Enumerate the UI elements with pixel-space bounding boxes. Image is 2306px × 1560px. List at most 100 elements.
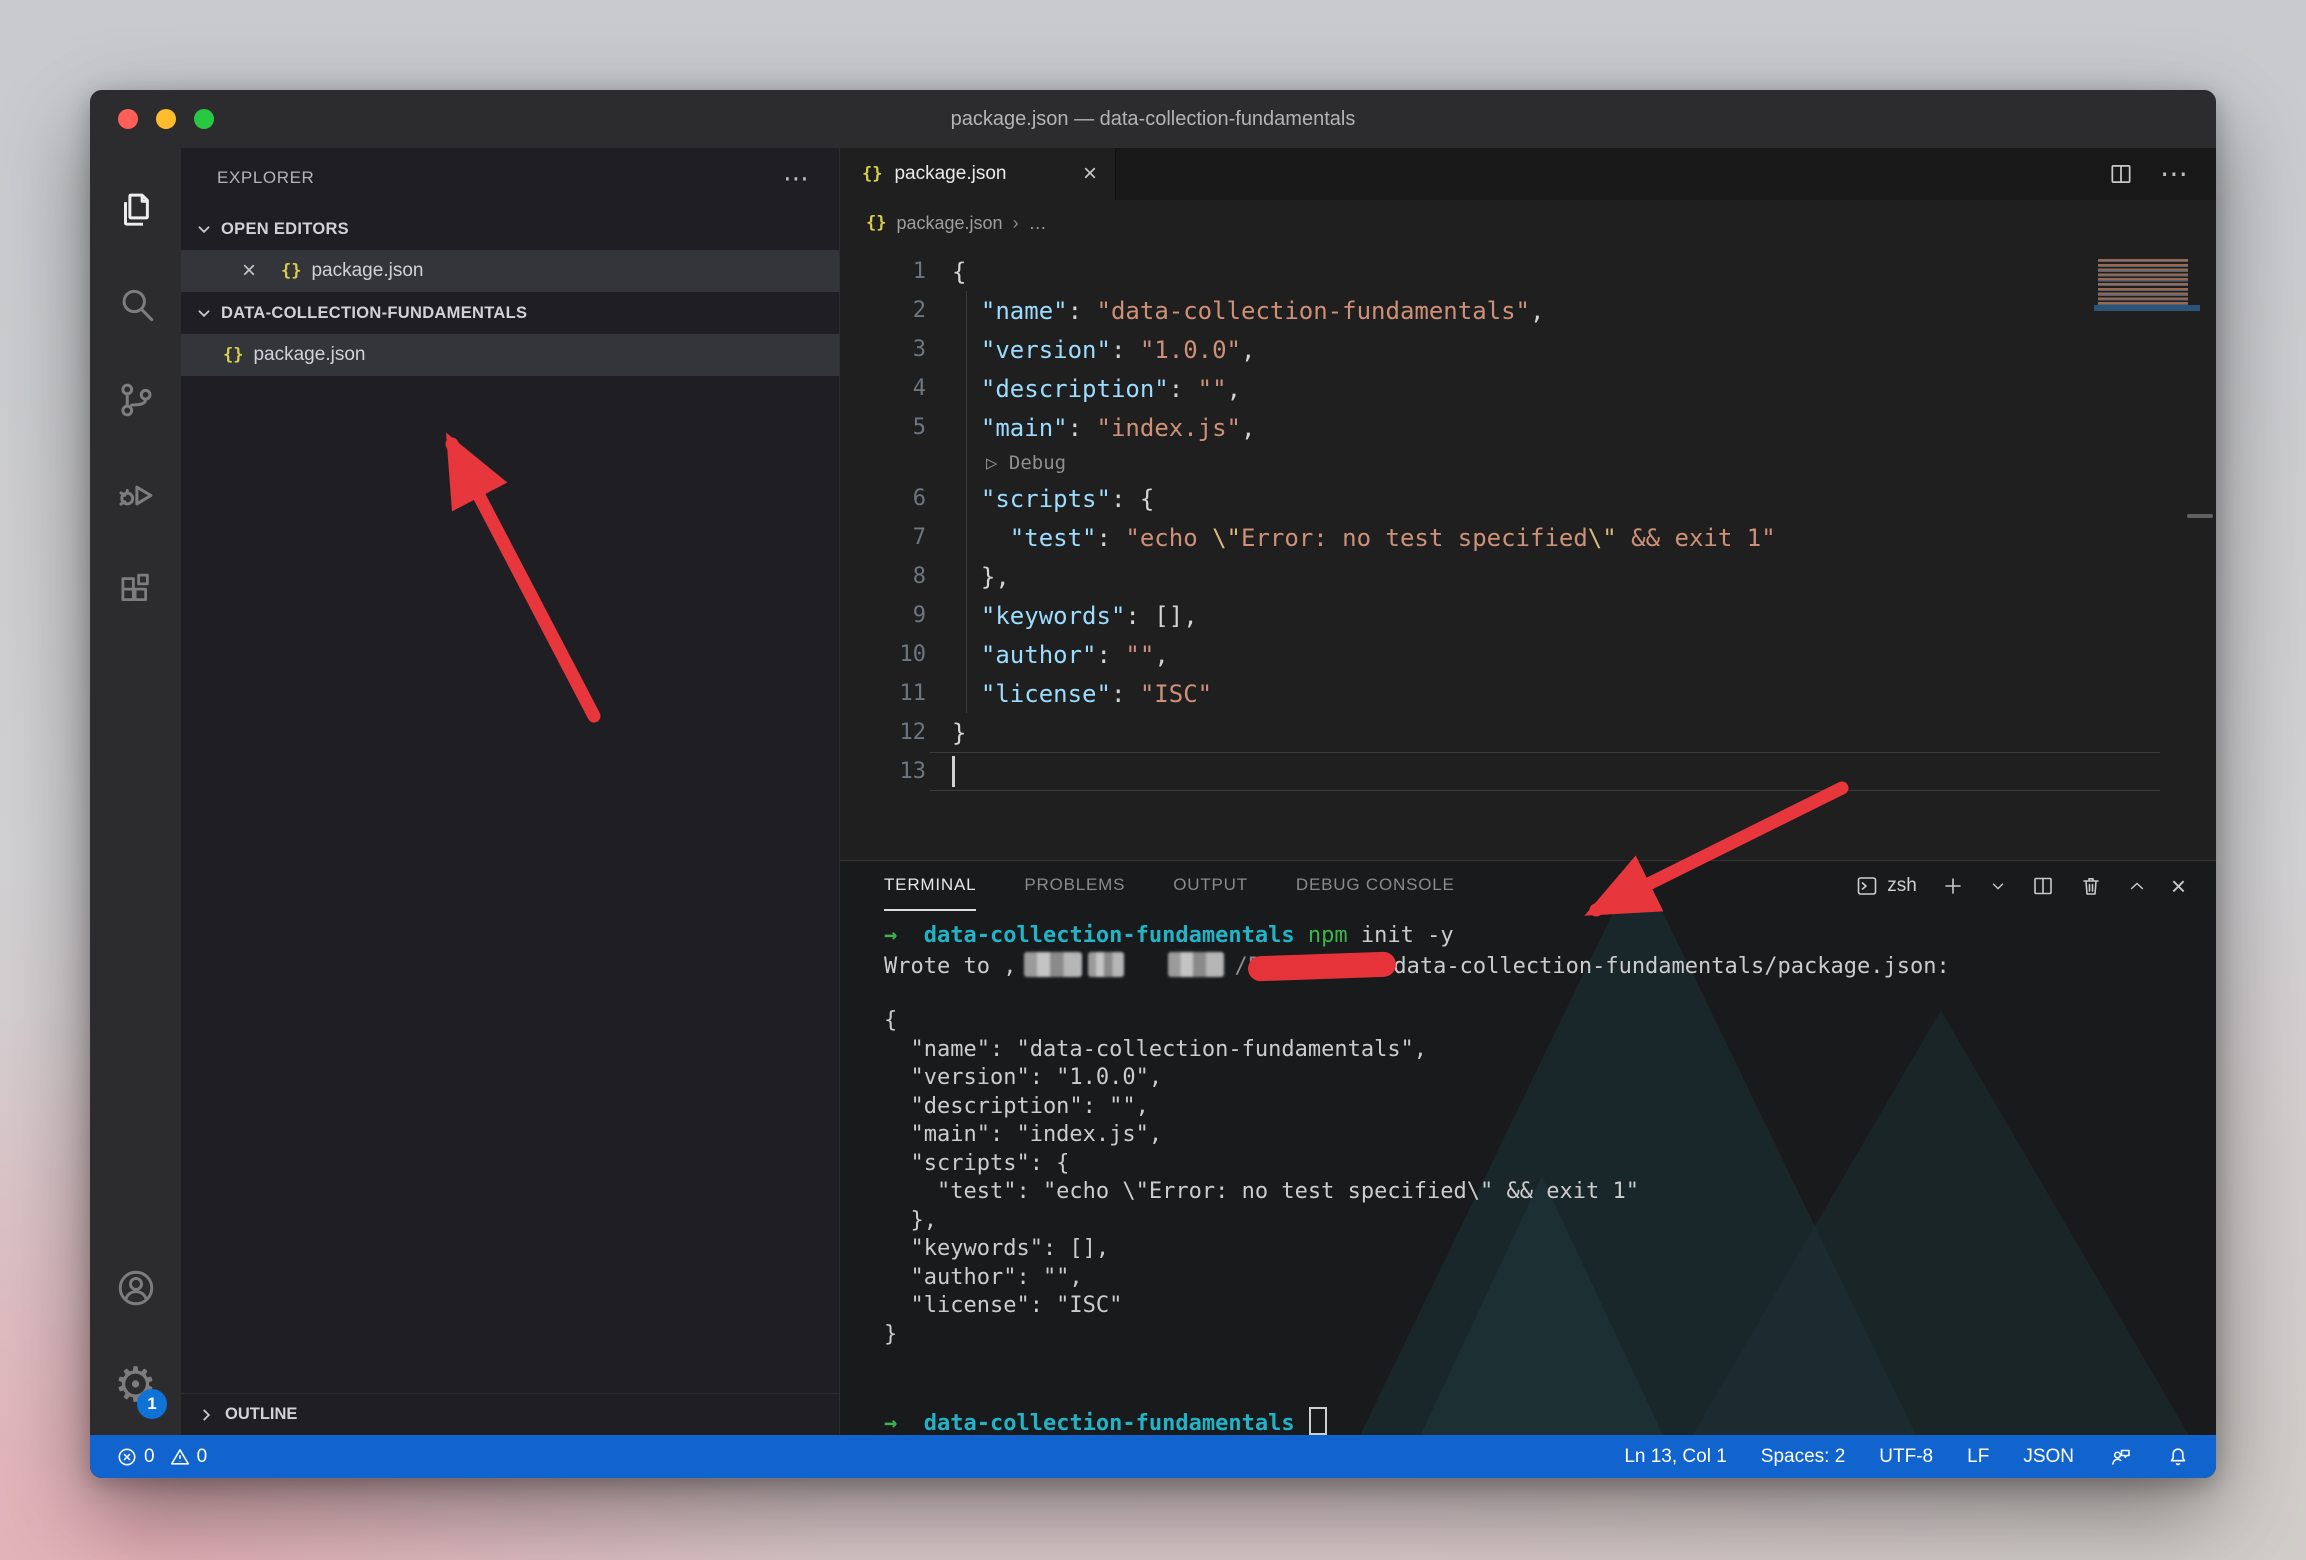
panel-tab[interactable]: PROBLEMS (1024, 861, 1125, 911)
chevron-down-icon (195, 304, 213, 322)
feedback-icon[interactable] (2108, 1445, 2132, 1469)
redacted-path-segment: /Playground (1234, 954, 1380, 979)
breadcrumb-file[interactable]: package.json (896, 213, 1002, 234)
code-line[interactable]: 4 "description": "", (840, 369, 2216, 408)
code-line[interactable]: 6 "scripts": { (840, 479, 2216, 518)
outline-section-header[interactable]: OUTLINE (181, 1393, 839, 1435)
terminal-output-line: "author": "", (884, 1265, 2216, 1294)
folder-section-header[interactable]: DATA-COLLECTION-FUNDAMENTALS (181, 292, 839, 334)
problems-indicator[interactable]: 0 0 (116, 1446, 207, 1468)
code-token (952, 680, 981, 708)
tab-package-json[interactable]: {} package.json × (840, 148, 1116, 200)
code-line[interactable]: 3 "version": "1.0.0", (840, 330, 2216, 369)
explorer-more-actions-icon[interactable]: ⋯ (783, 173, 811, 183)
code-token (952, 641, 981, 669)
terminal-icon (1855, 874, 1879, 898)
encoding[interactable]: UTF-8 (1879, 1446, 1933, 1468)
close-tab-icon[interactable]: × (1083, 160, 1097, 188)
breadcrumb[interactable]: {} package.json › … (840, 200, 2216, 246)
line-number: 11 (840, 681, 926, 706)
account-icon[interactable] (90, 1240, 181, 1335)
code-line-text (952, 756, 955, 787)
code-token: } (952, 719, 966, 747)
terminal-output-line: { (884, 1008, 2216, 1037)
code-token (952, 485, 981, 513)
code-line[interactable]: 13 (840, 752, 2216, 791)
chevron-down-icon[interactable] (1989, 877, 2007, 895)
editor-scrollbar[interactable] (2187, 514, 2213, 518)
eol-sequence[interactable]: LF (1967, 1446, 1989, 1468)
terminal-output-line: "scripts": { (884, 1151, 2216, 1180)
line-number: 8 (840, 564, 926, 589)
editor-more-actions-icon[interactable]: ⋯ (2160, 169, 2190, 179)
notifications-bell-icon[interactable] (2166, 1445, 2190, 1469)
debug-codelens[interactable]: ▷ Debug (840, 447, 2216, 479)
line-number: 1 (840, 259, 926, 284)
settings-gear-icon[interactable]: ⚙ 1 (90, 1335, 181, 1435)
panel-tab[interactable]: OUTPUT (1173, 861, 1248, 911)
explorer-icon[interactable] (90, 162, 181, 257)
code-line[interactable]: 2 "name": "data-collection-fundamentals"… (840, 291, 2216, 330)
code-token: "name" (981, 297, 1068, 325)
line-number: 12 (840, 720, 926, 745)
split-editor-icon[interactable] (2108, 161, 2134, 187)
code-line[interactable]: 1 { (840, 252, 2216, 291)
panel-tab[interactable]: DEBUG CONSOLE (1296, 861, 1455, 911)
code-line[interactable]: 11 "license": "ISC" (840, 674, 2216, 713)
language-mode[interactable]: JSON (2023, 1446, 2074, 1468)
code-line[interactable]: 7 "test": "echo \"Error: no test specifi… (840, 518, 2216, 557)
maximize-panel-icon[interactable] (2127, 876, 2147, 896)
code-token: : (1068, 297, 1097, 325)
open-editor-item-package-json[interactable]: × {} package.json (181, 250, 839, 292)
run-debug-icon[interactable] (90, 447, 181, 542)
split-terminal-icon[interactable] (2031, 874, 2055, 898)
code-line-text: "author": "", (952, 641, 1169, 669)
code-token (952, 336, 981, 364)
new-terminal-icon[interactable] (1941, 874, 1965, 898)
code-token: "author" (981, 641, 1097, 669)
terminal-output-line: } (884, 1322, 2216, 1351)
terminal-output-line: "description": "", (884, 1094, 2216, 1123)
cursor-position[interactable]: Ln 13, Col 1 (1624, 1446, 1726, 1468)
terminal-output-line: }, (884, 1208, 2216, 1237)
tree-item-package-json[interactable]: {} package.json (181, 334, 839, 376)
code-editor[interactable]: 1 { 2 "name": "data-collection-fundament… (840, 246, 2216, 860)
code-token: : (1068, 414, 1097, 442)
code-line[interactable]: 10 "author": "", (840, 635, 2216, 674)
chevron-down-icon (195, 220, 213, 238)
code-token: "echo (1125, 524, 1212, 552)
settings-badge: 1 (137, 1389, 167, 1419)
code-token (952, 524, 1010, 552)
command-program: npm (1308, 923, 1348, 948)
close-editor-icon[interactable]: × (237, 261, 261, 281)
code-token: Error: no test specified (1241, 524, 1588, 552)
panel-tab[interactable]: TERMINAL (884, 861, 976, 911)
minimap[interactable] (2094, 256, 2200, 314)
breadcrumb-more[interactable]: … (1029, 213, 1047, 234)
extensions-icon[interactable] (90, 542, 181, 637)
close-panel-icon[interactable]: × (2171, 876, 2186, 896)
tab-label: package.json (894, 163, 1006, 185)
code-line[interactable]: 9 "keywords": [], (840, 596, 2216, 635)
search-icon[interactable] (90, 257, 181, 352)
kill-terminal-trash-icon[interactable] (2079, 874, 2103, 898)
code-line[interactable]: 5 "main": "index.js", (840, 408, 2216, 447)
code-line[interactable]: 12 } (840, 713, 2216, 752)
indentation[interactable]: Spaces: 2 (1761, 1446, 1846, 1468)
redacted-block (1024, 952, 1082, 977)
terminal-wrote-line: Wrote to ,/Playground/data-collection-fu… (884, 952, 2216, 981)
explorer-title: EXPLORER (217, 168, 314, 188)
terminal-content[interactable]: → data-collection-fundamentals npm init … (840, 911, 2216, 1435)
shell-label: zsh (1887, 875, 1917, 897)
source-control-icon[interactable] (90, 352, 181, 447)
json-file-icon: {} (866, 213, 886, 233)
code-line-text: "license": "ISC" (952, 680, 1212, 708)
terminal-output-line: "keywords": [], (884, 1236, 2216, 1265)
shell-selector[interactable]: zsh (1855, 874, 1917, 898)
code-line-text: "main": "index.js", (952, 414, 1255, 442)
terminal-command-line: → data-collection-fundamentals npm init … (884, 923, 2216, 952)
code-line[interactable]: 8 }, (840, 557, 2216, 596)
open-editors-section-header[interactable]: OPEN EDITORS (181, 208, 839, 250)
code-token: "scripts" (981, 485, 1111, 513)
code-token: "description" (981, 375, 1169, 403)
